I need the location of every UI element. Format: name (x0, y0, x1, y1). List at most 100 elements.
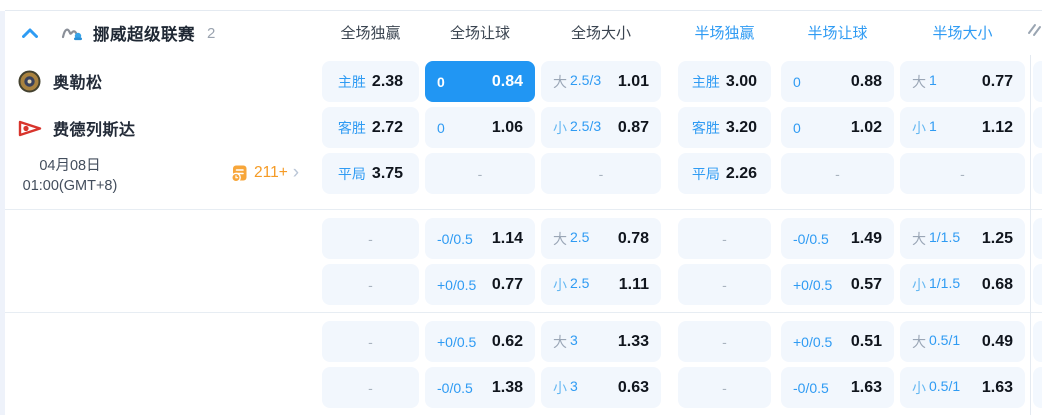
more-markets-chevron-icon: › (292, 161, 300, 183)
odds-cell-r6-c2[interactable]: +0/0.5 0.62 (425, 321, 535, 362)
odds-cell-r2-c5[interactable]: 0 1.02 (781, 107, 894, 148)
odds-cell-r3-c1[interactable]: 平局 3.75 (322, 153, 419, 194)
odds-cell-r5-c6[interactable]: 小 1/1.5 0.68 (900, 264, 1025, 305)
odds-cell-r2-c4[interactable]: 客胜 3.20 (678, 107, 771, 148)
odds-cell-r3-c6: - (900, 153, 1025, 194)
odds-cell-r2-c6[interactable]: 小 1 1.12 (900, 107, 1025, 148)
odds-cell-clipped-r4 (1033, 218, 1042, 259)
odds-cell-r1-c1[interactable]: 主胜 2.38 (322, 61, 419, 102)
kickoff-time: 01:00(GMT+8) (22, 178, 118, 194)
over-under-label: 小1 (912, 118, 937, 138)
odds-cell-r1-c2[interactable]: 0 0.84 (425, 61, 535, 102)
odds-cell-clipped-r2 (1033, 107, 1042, 148)
line-number: 2.5 (570, 274, 590, 291)
no-odds-dash: - (722, 379, 727, 396)
odds-cell-r1-c3[interactable]: 大 2.5/3 1.01 (541, 61, 661, 102)
odds-value: 0.77 (491, 275, 523, 293)
odds-value: 1.01 (617, 72, 649, 90)
odds-cell-r4-c3[interactable]: 大 2.5 0.78 (541, 218, 661, 259)
collapse-chevron-up-icon[interactable] (20, 26, 40, 40)
line-number: 2.5/3 (570, 71, 602, 88)
over-under-label: 小 1/1.5 (912, 275, 960, 295)
odds-cell-r3-c4[interactable]: 平局 2.26 (678, 153, 771, 194)
odds-cell-r5-c3[interactable]: 小 2.5 1.11 (541, 264, 661, 305)
column-divider (1030, 55, 1031, 415)
line-number: 2.5/3 (570, 117, 602, 134)
over-under-prefix: 大 (553, 333, 567, 350)
no-odds-dash: - (722, 276, 727, 293)
odds-value: 0.51 (850, 332, 882, 350)
odds-label: 0 (793, 73, 801, 90)
odds-cell-r1-c6[interactable]: 大 1 0.77 (900, 61, 1025, 102)
home-team-row: 奥勒松 (18, 66, 103, 96)
column-header-3: 全场大小 (570, 25, 631, 42)
odds-cell-clipped-r7 (1033, 367, 1042, 408)
odds-cell-r4-c5[interactable]: -0/0.5 1.49 (781, 218, 894, 259)
over-under-prefix: 大 (553, 230, 567, 247)
odds-cell-r3-c2: - (425, 153, 535, 194)
no-odds-dash: - (722, 230, 727, 247)
more-markets-button[interactable]: 211+ › (230, 161, 299, 185)
over-under-prefix: 小 (553, 379, 567, 396)
odds-value: 3.00 (725, 72, 758, 90)
odds-cell-r1-c4[interactable]: 主胜 3.00 (678, 61, 771, 102)
odds-cell-r6-c3[interactable]: 大 3 1.33 (541, 321, 661, 362)
line-number: 0.5/1 (929, 331, 961, 348)
odds-label: -0/0.5 (793, 230, 829, 247)
home-team-name: 奥勒松 (53, 75, 103, 92)
odds-cell-r7-c2[interactable]: -0/0.5 1.38 (425, 367, 535, 408)
odds-value: 1.33 (617, 332, 649, 350)
over-under-label: 大 0.5/1 (912, 332, 960, 352)
no-odds-dash: - (722, 333, 727, 350)
left-edge-strip (0, 11, 5, 415)
odds-value: 1.38 (491, 378, 523, 396)
over-under-prefix: 小 (912, 276, 926, 293)
odds-cell-r3-c3: - (541, 153, 661, 194)
odds-cell-r7-c3[interactable]: 小 3 0.63 (541, 367, 661, 408)
no-odds-dash: - (835, 165, 840, 182)
odds-label: 主胜 (337, 73, 366, 90)
odds-value: 0.57 (850, 275, 882, 293)
odds-value: 0.62 (491, 332, 523, 350)
odds-cell-r2-c3[interactable]: 小 2.5/3 0.87 (541, 107, 661, 148)
line-number: 2.5 (570, 228, 590, 245)
odds-cell-clipped-r1 (1033, 61, 1042, 102)
odds-cell-r5-c2[interactable]: +0/0.5 0.77 (425, 264, 535, 305)
odds-label: +0/0.5 (793, 333, 833, 350)
odds-value: 0.84 (491, 72, 523, 90)
no-odds-dash: - (960, 165, 965, 182)
over-under-label: 大1 (912, 72, 937, 92)
over-under-prefix: 小 (912, 119, 926, 136)
odds-cell-r1-c5[interactable]: 0 0.88 (781, 61, 894, 102)
line-number: 1/1.5 (929, 274, 961, 291)
odds-label: 客胜 (691, 119, 720, 136)
odds-cell-r2-c1[interactable]: 客胜 2.72 (322, 107, 419, 148)
line-number: 1 (929, 117, 937, 134)
group-separator-1 (5, 209, 1042, 210)
odds-value: 1.14 (491, 229, 523, 247)
odds-cell-r5-c5[interactable]: +0/0.5 0.57 (781, 264, 894, 305)
odds-cell-r4-c2[interactable]: -0/0.5 1.14 (425, 218, 535, 259)
odds-cell-r6-c4: - (678, 321, 771, 362)
odds-cell-r7-c6[interactable]: 小 0.5/1 1.63 (900, 367, 1025, 408)
odds-value: 0.77 (981, 72, 1013, 90)
odds-cell-r6-c5[interactable]: +0/0.5 0.51 (781, 321, 894, 362)
odds-label: 0 (437, 73, 445, 90)
odds-cell-r5-c1: - (322, 264, 419, 305)
odds-label: 客胜 (337, 119, 366, 136)
column-header-1: 全场独赢 (340, 25, 401, 42)
odds-value: 1.12 (981, 118, 1013, 136)
no-odds-dash: - (368, 230, 373, 247)
over-under-prefix: 大 (912, 73, 926, 90)
away-team-name: 费德列斯达 (53, 122, 136, 139)
odds-value: 0.68 (981, 275, 1013, 293)
odds-cell-r6-c6[interactable]: 大 0.5/1 0.49 (900, 321, 1025, 362)
over-under-label: 大 1/1.5 (912, 229, 960, 249)
line-number: 3 (570, 377, 578, 394)
odds-value: 0.88 (850, 72, 882, 90)
odds-label: 0 (437, 119, 445, 136)
odds-cell-r7-c5[interactable]: -0/0.5 1.63 (781, 367, 894, 408)
no-odds-dash: - (368, 333, 373, 350)
odds-cell-r4-c6[interactable]: 大 1/1.5 1.25 (900, 218, 1025, 259)
odds-cell-r2-c2[interactable]: 0 1.06 (425, 107, 535, 148)
